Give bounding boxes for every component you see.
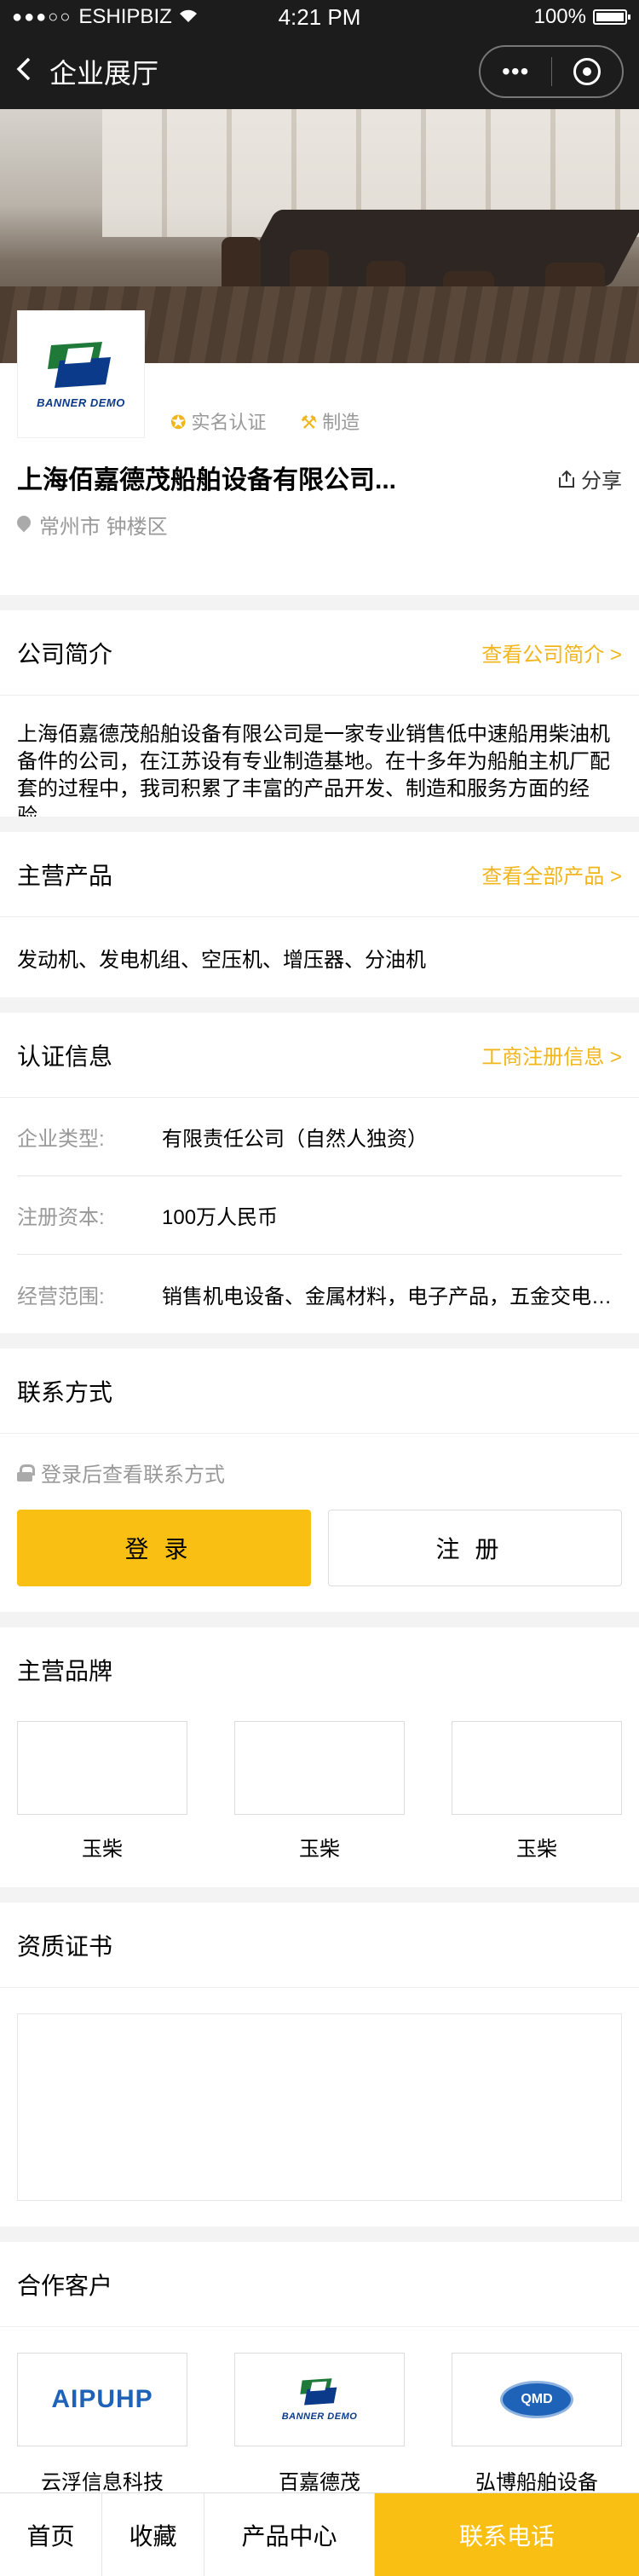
company-intro-text: 上海佰嘉德茂船舶设备有限公司是一家专业销售低中速船用柴油机备件的公司，在江苏设有… <box>17 723 610 817</box>
share-button[interactable]: 分享 <box>557 464 622 494</box>
partner-item[interactable]: BANNER DEMO 百嘉德茂 <box>234 2353 405 2495</box>
business-registration-link[interactable]: 工商注册信息 > <box>481 1040 622 1070</box>
call-button[interactable]: 联系电话 <box>375 2493 639 2576</box>
cert-info-list: 企业类型: 有限责任公司（自然人独资） 注册资本: 100万人民币 经营范围: … <box>0 1098 639 1333</box>
brand-item[interactable]: 玉柴 <box>452 1721 622 1862</box>
tab-favorite[interactable]: 收藏 <box>102 2493 204 2576</box>
company-name: 上海佰嘉德茂船舶设备有限公司... <box>17 466 397 494</box>
section-title: 主营品牌 <box>17 1658 113 1684</box>
register-button[interactable]: 注册 <box>328 1510 622 1586</box>
mini-program-capsule: ••• <box>479 45 624 98</box>
banner-demo-logo <box>300 2378 337 2406</box>
brands-header: 主营品牌 <box>0 1627 639 1713</box>
section-title: 公司简介 <box>17 640 113 667</box>
view-all-products-link[interactable]: 查看全部产品 > <box>481 859 622 889</box>
status-bar: ●●●○○ ESHIPBIZ 4:21 PM 100% <box>0 0 639 34</box>
brand-item[interactable]: 玉柴 <box>234 1721 405 1862</box>
main-products-text: 发动机、发电机组、空压机、增压器、分油机 <box>17 949 426 972</box>
qmd-logo: QMD <box>500 2381 573 2418</box>
brand-list: 玉柴 玉柴 玉柴 <box>0 1713 639 1887</box>
contact-header: 联系方式 <box>0 1349 639 1434</box>
login-button[interactable]: 登录 <box>17 1510 311 1586</box>
company-location: 常州市 钟楼区 <box>17 510 168 540</box>
partner-logo: BANNER DEMO <box>234 2353 405 2446</box>
aipuhp-logo: AIPUHP <box>51 2385 153 2413</box>
page-title: 企业展厅 <box>49 58 159 89</box>
products-header: 主营产品 查看全部产品 > <box>0 832 639 917</box>
verified-icon: ✪ <box>170 412 187 433</box>
location-pin-icon <box>17 516 31 534</box>
certificate-image[interactable] <box>17 2013 622 2201</box>
company-badges: ✪ 实名认证 ⚒ 制造 <box>170 407 360 435</box>
company-logo: BANNER DEMO <box>17 310 145 438</box>
partner-logo: AIPUHP <box>17 2353 187 2446</box>
brand-image <box>17 1721 187 1815</box>
section-title: 认证信息 <box>17 1043 113 1070</box>
factory-icon: ⚒ <box>300 412 318 433</box>
intro-header: 公司简介 查看公司简介 > <box>0 610 639 696</box>
nav-bar: 企业展厅 ••• <box>0 34 639 109</box>
brand-item[interactable]: 玉柴 <box>17 1721 187 1862</box>
section-title: 联系方式 <box>17 1378 113 1406</box>
section-title: 资质证书 <box>17 1932 113 1960</box>
lock-icon <box>17 1464 35 1481</box>
brand-image <box>234 1721 405 1815</box>
more-icon[interactable]: ••• <box>481 58 551 85</box>
tab-home[interactable]: 首页 <box>0 2493 102 2576</box>
verified-badge: ✪ 实名认证 <box>170 412 267 433</box>
partners-header: 合作客户 <box>0 2242 639 2327</box>
section-title: 合作客户 <box>17 2272 113 2299</box>
certificates-header: 资质证书 <box>0 1903 639 1988</box>
cert-info-header: 认证信息 工商注册信息 > <box>0 1013 639 1098</box>
top-bar: ●●●○○ ESHIPBIZ 4:21 PM 100% 企业展厅 ••• <box>0 0 639 109</box>
close-icon[interactable] <box>552 58 623 85</box>
bottom-tab-bar: 首页 收藏 产品中心 联系电话 <box>0 2492 639 2576</box>
share-icon <box>559 470 574 488</box>
battery-icon <box>593 9 630 25</box>
login-tip: 登录后查看联系方式 <box>0 1434 639 1496</box>
info-row-company-type: 企业类型: 有限责任公司（自然人独资） <box>17 1098 622 1176</box>
view-intro-link[interactable]: 查看公司简介 > <box>481 638 622 667</box>
chevron-left-icon[interactable] <box>15 54 44 90</box>
brand-image <box>452 1721 622 1815</box>
partner-logo: QMD <box>452 2353 622 2446</box>
banner-demo-logo <box>48 341 111 388</box>
tab-product-center[interactable]: 产品中心 <box>204 2493 375 2576</box>
company-header: BANNER DEMO ✪ 实名认证 ⚒ 制造 上海佰嘉德茂船舶设备有限公司... … <box>0 310 639 595</box>
partner-item[interactable]: QMD 弘博船舶设备 <box>452 2353 622 2495</box>
section-title: 主营产品 <box>17 862 113 889</box>
manufacture-badge: ⚒ 制造 <box>300 412 360 433</box>
partner-item[interactable]: AIPUHP 云浮信息科技 <box>17 2353 187 2495</box>
info-row-capital: 注册资本: 100万人民币 <box>17 1176 622 1255</box>
clock: 4:21 PM <box>278 3 361 30</box>
info-row-scope: 经营范围: 销售机电设备、金属材料，电子产品，五金交电… <box>17 1285 612 1308</box>
